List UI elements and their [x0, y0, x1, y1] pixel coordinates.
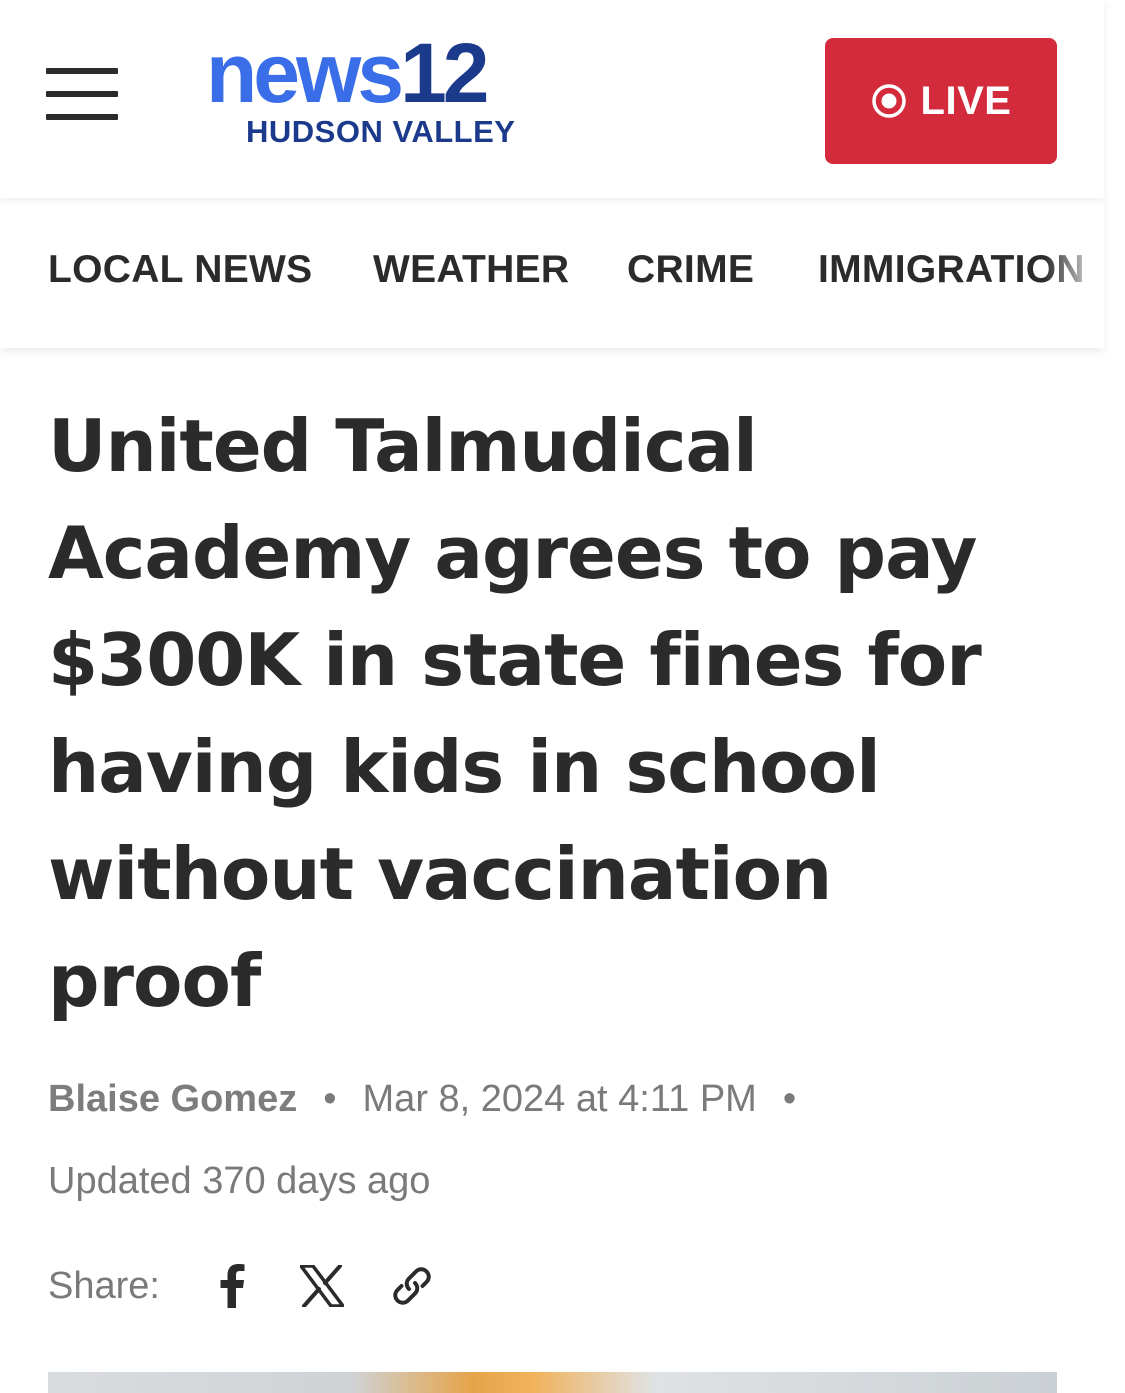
article-headline: United Talmudical Academy agrees to pay …: [48, 404, 982, 1023]
live-label: LIVE: [920, 78, 1012, 123]
nav-item-crime[interactable]: CRIME: [627, 248, 754, 292]
x-icon[interactable]: [298, 1262, 346, 1310]
share-bar: Share:: [48, 1258, 478, 1314]
live-button[interactable]: LIVE: [825, 38, 1057, 164]
logo-region: HUDSON VALLEY: [246, 114, 516, 149]
logo-wordmark: news12: [206, 26, 490, 120]
hamburger-icon[interactable]: [46, 68, 118, 120]
news12-logo[interactable]: news12 HUDSON VALLEY: [206, 28, 546, 158]
facebook-icon[interactable]: [208, 1262, 256, 1310]
nav-item-local-news[interactable]: LOCAL NEWS: [48, 248, 312, 292]
section-nav: LOCAL NEWS WEATHER CRIME IMMIGRATION: [0, 198, 1104, 348]
separator-dot: •: [782, 1078, 797, 1120]
hero-image: [48, 1372, 1057, 1393]
site-header: news12 HUDSON VALLEY LIVE: [0, 0, 1104, 198]
article-page: news12 HUDSON VALLEY LIVE LOCAL NEWS WEA…: [0, 0, 1125, 1393]
nav-scroll-fade: [1044, 198, 1104, 348]
share-label: Share:: [48, 1264, 160, 1307]
publish-date: Mar 8, 2024 at 4:11 PM: [362, 1078, 757, 1120]
separator-dot: •: [323, 1078, 337, 1120]
nav-item-weather[interactable]: WEATHER: [373, 248, 569, 292]
link-icon[interactable]: [388, 1262, 436, 1310]
author-link[interactable]: Blaise Gomez: [48, 1078, 297, 1120]
record-icon: [871, 84, 906, 118]
updated-timestamp: Updated 370 days ago: [48, 1160, 431, 1202]
article-byline: Blaise Gomez • Mar 8, 2024 at 4:11 PM •: [48, 1078, 822, 1121]
